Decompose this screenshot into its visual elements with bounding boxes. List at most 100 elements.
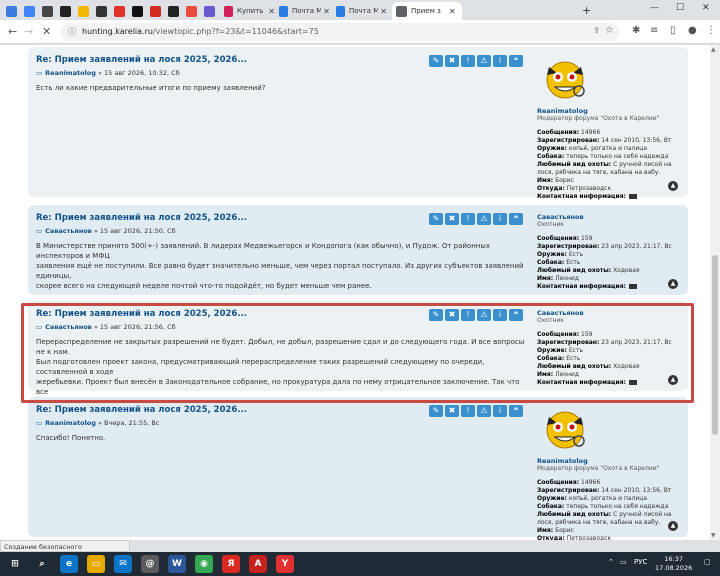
- delete-button[interactable]: ✖: [445, 405, 459, 417]
- tab-3[interactable]: [56, 2, 74, 20]
- site-info-icon[interactable]: ⓘ: [68, 26, 76, 37]
- tab-9[interactable]: [164, 2, 182, 20]
- tray-chevron-icon[interactable]: ⌃: [608, 558, 614, 566]
- bookmark-star-icon[interactable]: ☆: [605, 25, 614, 36]
- profile-username[interactable]: Reanimatolog: [537, 457, 685, 465]
- tab-10[interactable]: [182, 2, 200, 20]
- maximize-button[interactable]: ☐: [676, 3, 684, 13]
- post-title[interactable]: Re: Прием заявлений на лося 2025, 2026..…: [36, 213, 247, 223]
- edit-button[interactable]: ✎: [429, 405, 443, 417]
- profile-rank: Модератор форума "Охота в Карелии": [537, 465, 660, 472]
- pdf-app[interactable]: A: [249, 555, 267, 573]
- tab-close-icon[interactable]: ✕: [449, 7, 456, 16]
- scroll-up-icon[interactable]: ▲: [711, 46, 716, 53]
- explorer-app[interactable]: ▭: [87, 555, 105, 573]
- tab-13[interactable]: Почта М ✕: [275, 2, 330, 20]
- menu-kebab-icon[interactable]: ⋮: [706, 25, 716, 36]
- tab-8[interactable]: [146, 2, 164, 20]
- post-author[interactable]: Reanimatolog: [45, 419, 96, 427]
- tab-7[interactable]: [128, 2, 146, 20]
- lang-indicator[interactable]: РУС: [634, 558, 647, 566]
- profile-field-value: 23 апр 2023, 21:17, Вс: [599, 243, 672, 250]
- delete-button[interactable]: ✖: [445, 213, 459, 225]
- sidebar-icon[interactable]: ▯: [670, 25, 676, 36]
- profile-username[interactable]: Reanimatolog: [537, 107, 685, 115]
- system-clock[interactable]: 16:37 17.08.2026: [655, 555, 692, 573]
- edit-button[interactable]: ✎: [429, 213, 443, 225]
- tab-15[interactable]: Прием з ✕: [392, 2, 462, 20]
- tab-close-icon[interactable]: ✕: [380, 7, 387, 16]
- info-button[interactable]: i: [493, 405, 507, 417]
- start-button[interactable]: ⊞: [6, 555, 24, 573]
- mail-app[interactable]: ✉: [114, 555, 132, 573]
- post-title[interactable]: Re: Прием заявлений на лося 2025, 2026..…: [36, 405, 247, 415]
- back-to-top-icon[interactable]: ▲: [668, 181, 678, 191]
- close-window-button[interactable]: ✕: [702, 3, 710, 13]
- browser-toolbar: ← → ✕ ⓘ hunting.karelia.ru/viewtopic.php…: [0, 20, 720, 44]
- profile-field-label: Любимый вид охоты:: [537, 267, 612, 274]
- back-to-top-icon[interactable]: ▲: [668, 279, 678, 289]
- yandex-browser-app[interactable]: Y: [276, 555, 294, 573]
- contact-icon[interactable]: [628, 194, 637, 199]
- word-app[interactable]: W: [168, 555, 186, 573]
- post-author[interactable]: Reanimatolog: [45, 69, 96, 77]
- back-button[interactable]: ←: [8, 25, 17, 38]
- tab-close-icon[interactable]: ✕: [323, 7, 330, 16]
- extension-puzzle-icon[interactable]: ✱: [632, 25, 640, 36]
- post-title[interactable]: Re: Прием заявлений на лося 2025, 2026..…: [36, 55, 247, 65]
- page-scrollbar[interactable]: ▲ ▼: [710, 45, 720, 540]
- tab-14[interactable]: Почта М ✕: [332, 2, 387, 20]
- profile-username[interactable]: Савастьянов: [537, 213, 685, 221]
- address-bar[interactable]: ⓘ hunting.karelia.ru/viewtopic.php?f=23&…: [60, 23, 620, 41]
- reading-list-icon[interactable]: ≡: [650, 25, 658, 36]
- edge-app[interactable]: e: [60, 555, 78, 573]
- tab-5[interactable]: [92, 2, 110, 20]
- warn-button[interactable]: !: [461, 405, 475, 417]
- share-icon[interactable]: ⇪: [593, 26, 600, 35]
- search-button[interactable]: ⌕: [33, 555, 51, 573]
- profile-field: Контактная информация:: [537, 283, 685, 291]
- info-button[interactable]: i: [493, 213, 507, 225]
- post-text-line: Есть ли какие предварительные итоги по п…: [36, 84, 266, 92]
- report-button[interactable]: ⚠: [477, 55, 491, 67]
- profile-field-label: Оружие:: [537, 495, 567, 502]
- tab-1[interactable]: [20, 2, 38, 20]
- tab-0[interactable]: [2, 2, 20, 20]
- post-icon[interactable]: ▭: [36, 69, 42, 77]
- scroll-down-icon[interactable]: ▼: [711, 532, 716, 539]
- tab-close-icon[interactable]: ✕: [268, 7, 275, 16]
- post-icon[interactable]: ▭: [36, 419, 42, 427]
- tab-11[interactable]: [200, 2, 218, 20]
- notification-icon[interactable]: ▢: [704, 558, 711, 566]
- tab-6[interactable]: [110, 2, 128, 20]
- quote-button[interactable]: ❝: [509, 405, 523, 417]
- quote-button[interactable]: ❝: [509, 213, 523, 225]
- new-tab-button[interactable]: +: [582, 4, 591, 17]
- network-icon[interactable]: ▭: [620, 558, 627, 566]
- tab-12[interactable]: Купить ✕: [220, 2, 275, 20]
- quote-button[interactable]: ❝: [509, 55, 523, 67]
- info-button[interactable]: i: [493, 55, 507, 67]
- yandex-app[interactable]: Я: [222, 555, 240, 573]
- avatar[interactable]: [537, 53, 593, 103]
- tab-4[interactable]: [74, 2, 92, 20]
- post-icon[interactable]: ▭: [36, 227, 42, 235]
- contact-icon[interactable]: [628, 284, 637, 289]
- back-to-top-icon[interactable]: ▲: [668, 521, 678, 531]
- report-button[interactable]: ⚠: [477, 405, 491, 417]
- warn-button[interactable]: !: [461, 55, 475, 67]
- report-button[interactable]: ⚠: [477, 213, 491, 225]
- minimize-button[interactable]: —: [650, 3, 659, 13]
- warn-button[interactable]: !: [461, 213, 475, 225]
- forward-button[interactable]: →: [24, 25, 33, 38]
- stop-button[interactable]: ✕: [42, 25, 51, 38]
- chrome-app[interactable]: ◉: [195, 555, 213, 573]
- scrollbar-thumb[interactable]: [712, 255, 718, 435]
- tab-2[interactable]: [38, 2, 56, 20]
- edit-button[interactable]: ✎: [429, 55, 443, 67]
- profile-icon[interactable]: ●: [688, 25, 697, 36]
- avatar[interactable]: [537, 403, 593, 453]
- delete-button[interactable]: ✖: [445, 55, 459, 67]
- email-client-app[interactable]: @: [141, 555, 159, 573]
- post-author[interactable]: Савастьянов: [45, 227, 92, 235]
